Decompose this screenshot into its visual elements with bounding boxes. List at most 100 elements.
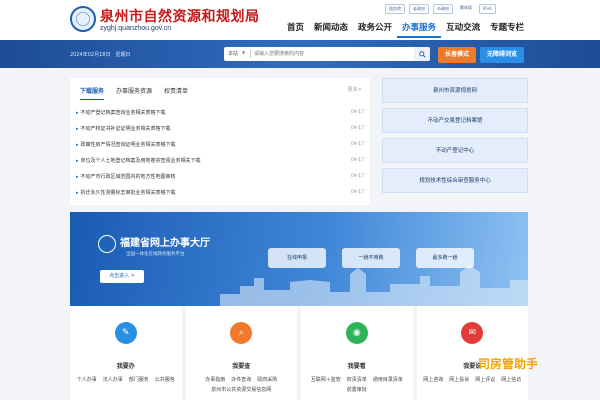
list-item-date: 09-17 xyxy=(350,173,364,179)
card-link[interactable]: 政府采购 xyxy=(257,376,277,383)
bullet-icon: ▸ xyxy=(76,157,79,164)
search-scope[interactable]: 本站 xyxy=(228,50,238,57)
top-link-state-council[interactable]: 国务院 xyxy=(385,4,405,14)
card-link[interactable]: 权责清单 xyxy=(347,376,367,383)
document-icon: ✎ xyxy=(114,322,137,344)
card-link[interactable]: 网上投诉 xyxy=(449,376,469,383)
quick-link-registration-center[interactable]: 不动产登记中心 xyxy=(382,138,528,163)
list-item-title[interactable]: 政策性房产情况查询证明业务相关表格下载 xyxy=(81,142,176,148)
hall-title: 福建省网上办事大厅 xyxy=(120,238,210,249)
site-header: 泉州市自然资源和规划局 zyghj.quanzhou.gov.cn 国务院 省政… xyxy=(0,0,600,40)
watermark: 司房管助手 xyxy=(478,357,539,371)
hall-enter-button[interactable]: 点击进入 > xyxy=(100,270,144,283)
bullet-icon: ▸ xyxy=(76,141,79,148)
chat-icon: ✉ xyxy=(461,322,484,344)
card-link[interactable]: 网上信访 xyxy=(501,376,521,383)
list-item[interactable]: ▸ 拆迁永久性测量标志审批业务相关表格下载 09-17 xyxy=(76,184,364,200)
nav-topics[interactable]: 专题专栏 xyxy=(485,20,529,38)
top-link-city[interactable]: 市政府 xyxy=(433,4,453,14)
card-link[interactable]: 公共服务 xyxy=(155,376,175,383)
list-item-title[interactable]: 拆迁永久性测量标志审批业务相关表格下载 xyxy=(81,190,176,196)
bullet-icon: ▸ xyxy=(76,125,79,132)
card-link[interactable]: 互联网＋监管 xyxy=(311,376,341,383)
hall-card-one-trip[interactable]: 最多跑一趟 xyxy=(416,248,474,268)
main-nav: 首页 新闻动态 政务公开 办事服务 互动交流 专题专栏 xyxy=(282,20,529,38)
hall-card-no-trip[interactable]: 一趟不用跑 xyxy=(342,248,400,268)
bullet-icon: ▸ xyxy=(76,109,79,116)
panel-tabs: 下载服务 办事服务资源 权责清单 xyxy=(80,86,188,100)
search-icon: ⌕ xyxy=(230,322,253,344)
list-item[interactable]: ▸ 不动产市行政区域范围内的地方性地图审核 09-17 xyxy=(76,168,364,184)
service-card-do[interactable]: ✎ 我要办 个人办事 法人办事 部门服务 公共服务 xyxy=(70,306,182,400)
bullet-icon: ▸ xyxy=(76,173,79,180)
nav-services[interactable]: 办事服务 xyxy=(397,20,442,38)
list-item[interactable]: ▸ 不动产权证书补证证明业务相关表格下载 09-17 xyxy=(76,120,364,136)
top-links: 国务院 省政府 市政府 繁体版 IPv6 xyxy=(385,4,496,14)
card-title[interactable]: 我要办 xyxy=(70,361,182,370)
quick-link-review-center[interactable]: 规划技术性综合审查服务中心 xyxy=(382,168,528,193)
service-cards: ✎ 我要办 个人办事 法人办事 部门服务 公共服务 ⌕ 我要查 办事指南 办件查… xyxy=(70,306,528,400)
hall-subtitle: 全国一体化在线政务服务平台 xyxy=(126,252,185,257)
list-item-title[interactable]: 单位及个人土地登记档案及用地卷宗查阅业务相关下载 xyxy=(81,158,201,164)
bullet-icon: ▸ xyxy=(76,189,79,196)
card-link[interactable]: 网上咨询 xyxy=(423,376,443,383)
eye-icon: ◉ xyxy=(345,322,368,344)
card-link[interactable]: 网上评议 xyxy=(475,376,495,383)
card-link[interactable]: 个人办事 xyxy=(77,376,97,383)
top-link-traditional[interactable]: 繁体版 xyxy=(457,4,475,14)
search-input[interactable] xyxy=(254,49,394,59)
list-item-date: 09-17 xyxy=(350,125,364,131)
search-icon xyxy=(418,50,426,58)
list-item[interactable]: ▸ 政策性房产情况查询证明业务相关表格下载 09-17 xyxy=(76,136,364,152)
card-link[interactable]: 办件查询 xyxy=(231,376,251,383)
card-link[interactable]: 通用目录清单 xyxy=(373,376,403,383)
card-link[interactable]: 办事指南 xyxy=(205,376,225,383)
accessible-mode-button[interactable]: 无障碍浏览 xyxy=(480,47,524,63)
nav-gov-affairs[interactable]: 政务公开 xyxy=(353,20,397,38)
quick-link-resource-network[interactable]: 泉州市资源规划网 xyxy=(382,78,528,103)
emblem-icon xyxy=(70,6,96,32)
list-item[interactable]: ▸ 不动产登记档案查询业务相关表格下载 09-17 xyxy=(76,104,364,120)
tab-responsibility-list[interactable]: 权责清单 xyxy=(164,86,188,100)
top-link-province[interactable]: 省政府 xyxy=(409,4,429,14)
list-item-title[interactable]: 不动产市行政区域范围内的地方性地图审核 xyxy=(81,174,176,180)
download-list: ▸ 不动产登记档案查询业务相关表格下载 09-17 ▸ 不动产权证书补证证明业务相关表… xyxy=(76,104,364,200)
card-link[interactable]: 前置审批 xyxy=(347,386,367,393)
list-item[interactable]: ▸ 单位及个人土地登记档案及用地卷宗查阅业务相关下载 09-17 xyxy=(76,152,364,168)
list-item-date: 09-17 xyxy=(350,141,364,147)
download-panel: 下载服务 办事服务资源 权责清单 更多> ▸ 不动产登记档案查询业务相关表格下载 0… xyxy=(70,78,370,205)
service-card-view[interactable]: ◉ 我要看 互联网＋监管 权责清单 通用目录清单 前置审批 xyxy=(301,306,413,400)
nav-home[interactable]: 首页 xyxy=(282,20,309,38)
card-title[interactable]: 我要看 xyxy=(301,361,413,370)
hall-card-online-declare[interactable]: 在线申报 xyxy=(268,248,326,268)
card-title[interactable]: 我要查 xyxy=(186,361,298,370)
service-card-query[interactable]: ⌕ 我要查 办事指南 办件查询 政府采购 泉州市公共资源交易信息网 xyxy=(185,306,298,400)
chevron-down-icon[interactable]: ▼ xyxy=(242,50,245,55)
quick-links: 泉州市资源规划网 不动产交易登记档案馆 不动产登记中心 规划技术性综合审查服务中… xyxy=(382,78,528,198)
search-divider xyxy=(250,50,251,58)
service-card-speak[interactable]: ✉ 我要说 网上咨询 网上投诉 网上评议 网上信访 xyxy=(416,306,528,400)
emblem-icon xyxy=(98,235,116,253)
elder-mode-button[interactable]: 长者模式 xyxy=(438,47,476,63)
search-bar: 本站 ▼ xyxy=(224,47,430,61)
site-domain: zyghj.quanzhou.gov.cn xyxy=(100,25,172,32)
site-name[interactable]: 泉州市自然资源和规划局 xyxy=(100,6,260,26)
card-link[interactable]: 法人办事 xyxy=(103,376,123,383)
ipv6-badge: IPv6 xyxy=(479,4,496,14)
list-item-date: 09-17 xyxy=(350,157,364,163)
list-item-date: 09-17 xyxy=(350,109,364,115)
list-item-date: 09-17 xyxy=(350,189,364,195)
online-service-hall-banner[interactable]: 福建省网上办事大厅 全国一体化在线政务服务平台 点击进入 > 在线申报 一趟不用… xyxy=(70,212,528,306)
quick-link-archive[interactable]: 不动产交易登记档案馆 xyxy=(382,108,528,133)
list-item-title[interactable]: 不动产登记档案查询业务相关表格下载 xyxy=(81,110,166,116)
card-link[interactable]: 部门服务 xyxy=(129,376,149,383)
tab-downloads[interactable]: 下载服务 xyxy=(80,86,105,100)
list-item-title[interactable]: 不动产权证书补证证明业务相关表格下载 xyxy=(81,126,171,132)
more-link[interactable]: 更多> xyxy=(348,86,362,93)
card-link[interactable]: 泉州市公共资源交易信息网 xyxy=(211,386,271,393)
search-button[interactable] xyxy=(414,47,430,61)
tab-service-resources[interactable]: 办事服务资源 xyxy=(116,86,152,100)
nav-news[interactable]: 新闻动态 xyxy=(309,20,353,38)
nav-interaction[interactable]: 互动交流 xyxy=(441,20,485,38)
current-date: 2024年02月18日 星期日 xyxy=(70,52,131,58)
